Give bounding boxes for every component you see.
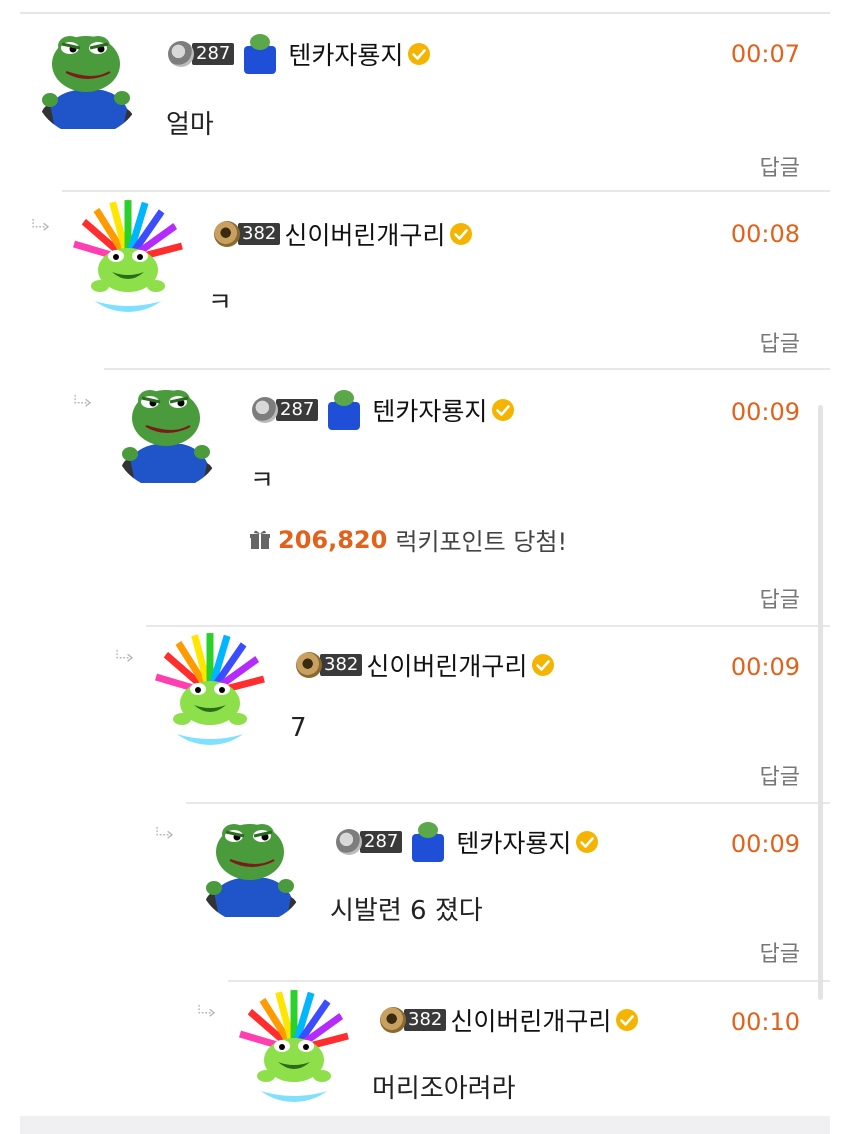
timestamp: 00:09 <box>730 398 800 426</box>
shirt-icon <box>328 390 361 430</box>
comment-text: 7 <box>290 713 307 743</box>
reply-button[interactable]: 답글 <box>760 326 800 358</box>
level-gem-icon <box>296 652 322 678</box>
scrollbar[interactable] <box>818 405 823 1000</box>
reply-arrow-icon <box>32 218 49 231</box>
comment: 287 텐카자룡지 00:09 시발련 6 졌다 답글 <box>156 802 830 980</box>
nickname[interactable]: 신이버린개구리 <box>366 647 527 683</box>
nickname[interactable]: 텐카자룡지 <box>456 824 571 860</box>
nickname[interactable]: 텐카자룡지 <box>372 392 487 428</box>
reply-button[interactable]: 답글 <box>760 582 800 614</box>
comment: 382 신이버린개구리 00:09 7 답글 <box>116 625 830 802</box>
comment: 287 텐카자룡지 00:07 얼마 답글 <box>20 14 830 190</box>
reply-button[interactable]: 답글 <box>760 936 800 968</box>
timestamp: 00:08 <box>730 220 800 248</box>
level-badge: 287 <box>336 829 403 855</box>
avatar[interactable] <box>196 812 308 924</box>
bottom-bar <box>20 1116 830 1134</box>
timestamp: 00:09 <box>730 653 800 681</box>
timestamp: 00:07 <box>730 40 800 68</box>
lucky-label: 럭키포인트 당첨! <box>395 528 568 556</box>
verified-badge-icon <box>407 42 432 66</box>
avatar[interactable] <box>238 990 350 1102</box>
verified-badge-icon <box>531 653 556 677</box>
nickname[interactable]: 텐카자룡지 <box>288 36 403 72</box>
verified-badge-icon <box>615 1008 640 1032</box>
reply-arrow-icon <box>198 1004 215 1017</box>
level-gem-icon <box>380 1007 406 1033</box>
comment: 382 신이버린개구리 00:10 머리조아려라 <box>198 980 830 1116</box>
level-gem-icon <box>168 41 194 67</box>
divider <box>186 802 830 804</box>
shirt-icon <box>244 34 277 74</box>
avatar[interactable] <box>72 200 184 312</box>
timestamp: 00:09 <box>730 830 800 858</box>
lucky-point-notice: 206,820 럭키포인트 당첨! <box>248 522 567 557</box>
comment-text: ㅋ <box>208 288 232 318</box>
shirt-icon <box>412 822 445 862</box>
level-gem-icon <box>214 221 240 247</box>
reply-arrow-icon <box>116 649 133 662</box>
divider <box>146 625 830 627</box>
avatar[interactable] <box>32 24 144 136</box>
gift-icon <box>250 530 270 549</box>
level-gem-icon <box>336 829 362 855</box>
reply-arrow-icon <box>156 826 173 839</box>
avatar[interactable] <box>154 633 266 745</box>
level-badge: 382 <box>296 652 363 678</box>
verified-badge-icon <box>491 398 516 422</box>
divider <box>62 190 830 192</box>
verified-badge-icon <box>575 830 600 854</box>
level-gem-icon <box>252 397 278 423</box>
level-badge: 287 <box>252 397 319 423</box>
divider <box>228 980 830 982</box>
verified-badge-icon <box>449 222 474 246</box>
level-badge: 382 <box>380 1007 447 1033</box>
comment-text: 머리조아려라 <box>372 1074 516 1104</box>
timestamp: 00:10 <box>730 1008 800 1036</box>
nickname[interactable]: 신이버린개구리 <box>450 1002 611 1038</box>
comment-text: ㅋ <box>250 466 274 496</box>
reply-button[interactable]: 답글 <box>760 150 800 182</box>
comment-text: 시발련 6 졌다 <box>330 896 483 926</box>
level-badge: 287 <box>168 41 235 67</box>
comment: 382 신이버린개구리 00:08 ㅋ 답글 <box>32 190 830 368</box>
nickname[interactable]: 신이버린개구리 <box>284 216 445 252</box>
level-badge: 382 <box>214 221 281 247</box>
reply-arrow-icon <box>74 394 91 407</box>
comment: 287 텐카자룡지 00:09 ㅋ 206,820 럭키포인트 당첨! 답글 <box>74 368 830 625</box>
avatar[interactable] <box>112 378 224 490</box>
reply-button[interactable]: 답글 <box>760 759 800 791</box>
comment-text: 얼마 <box>166 110 214 140</box>
lucky-points: 206,820 <box>278 525 388 554</box>
divider <box>104 368 830 370</box>
